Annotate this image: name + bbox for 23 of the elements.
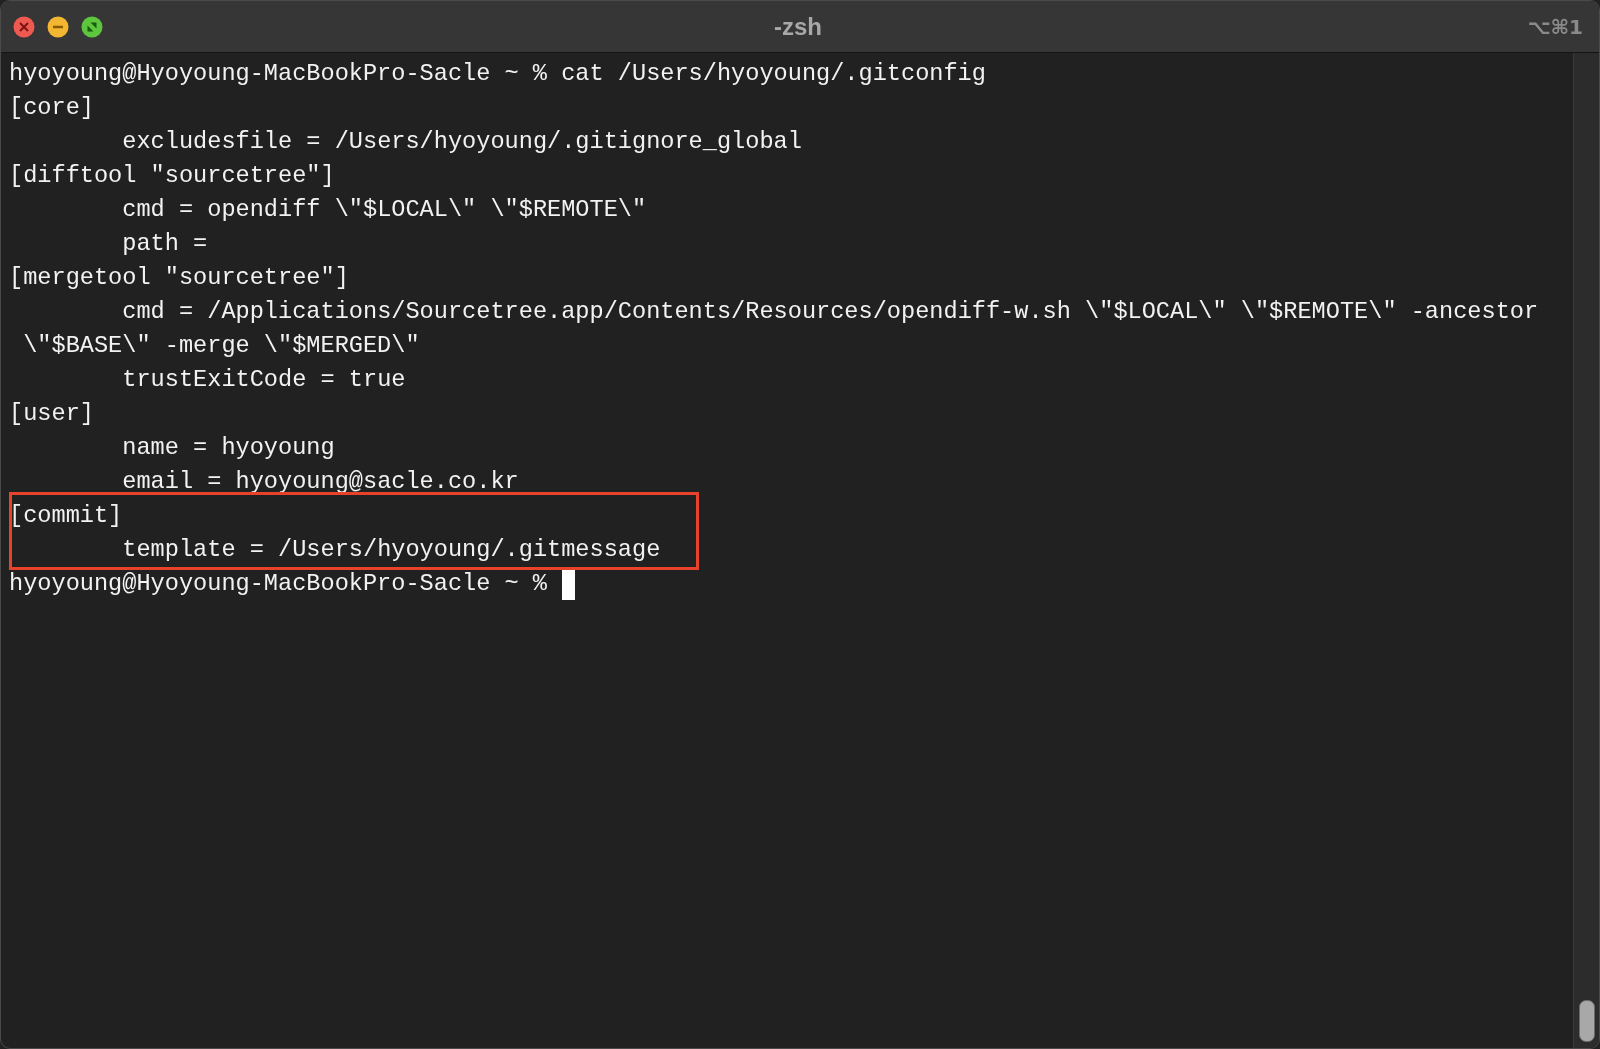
close-icon[interactable]	[13, 15, 35, 38]
terminal-line: [difftool "sourcetree"]	[9, 161, 335, 191]
scrollbar[interactable]	[1573, 53, 1599, 1048]
terminal-line: cmd = /Applications/Sourcetree.app/Contents/Resources/opendiff-w.sh \"$LOCAL\" \"$REMOTE\" -ancestor	[121, 297, 1539, 327]
terminal-line: name = hyoyoung	[121, 433, 335, 463]
fullscreen-icon[interactable]	[81, 15, 103, 38]
terminal-line: email = hyoyoung@sacle.co.kr	[121, 467, 519, 497]
window-title: -zsh	[773, 12, 823, 41]
terminal-line: [commit]	[9, 501, 123, 531]
minimize-icon[interactable]	[47, 15, 69, 38]
scrollbar-thumb[interactable]	[1578, 1000, 1595, 1042]
terminal-line: [mergetool "sourcetree"]	[9, 263, 349, 293]
terminal-line: excludesfile = /Users/hyoyoung/.gitignore_global	[121, 127, 802, 157]
terminal-line: \"$BASE\" -merge \"$MERGED\"	[22, 331, 420, 361]
terminal-line: hyoyoung@Hyoyoung-MacBookPro-Sacle ~ % cat /Users/hyoyoung/.gitconfig	[9, 59, 986, 89]
terminal-line: hyoyoung@Hyoyoung-MacBookPro-Sacle ~ %	[9, 569, 548, 599]
shortcut-label: ⌥⌘1	[1526, 14, 1583, 39]
terminal-line: [core]	[9, 93, 94, 123]
terminal-line: [user]	[9, 399, 94, 429]
terminal-line: template = /Users/hyoyoung/.gitmessage	[121, 535, 661, 565]
terminal-line: path =	[121, 229, 208, 259]
terminal-line: cmd = opendiff \"$LOCAL\" \"$REMOTE\"	[121, 195, 647, 225]
terminal-line: trustExitCode = true	[121, 365, 406, 395]
